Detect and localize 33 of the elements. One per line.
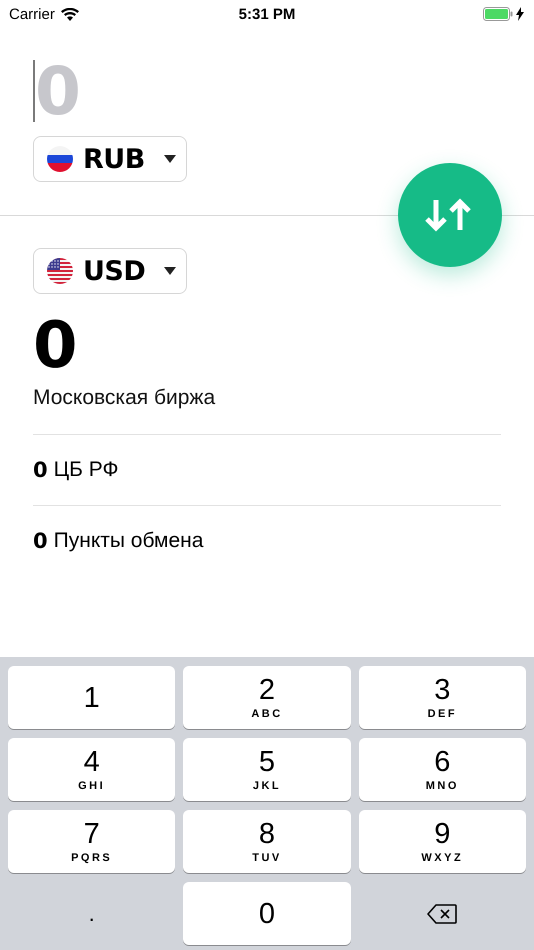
text-cursor <box>33 60 35 122</box>
flag-icon <box>47 146 73 172</box>
keypad-key[interactable]: 2 ABC <box>183 666 351 729</box>
keypad-key[interactable]: 4 GHI <box>8 738 176 801</box>
keypad-key[interactable]: 1 <box>8 666 176 729</box>
keypad-key[interactable]: 9 WXYZ <box>358 810 526 873</box>
battery-icon <box>483 7 513 21</box>
time-label: 5:31 PM <box>238 6 296 22</box>
keypad-key[interactable]: 5 JKL <box>183 738 351 801</box>
converted-amount: 0 <box>33 310 79 382</box>
rate-source-label: Московская биржа <box>33 382 501 435</box>
currency-code: USD <box>83 256 146 286</box>
caret-icon <box>164 155 176 163</box>
amount-field[interactable]: 0 <box>35 55 235 127</box>
currency-dropdown[interactable]: USD <box>33 248 187 294</box>
rate-value: 0 <box>33 529 48 553</box>
backspace-icon[interactable] <box>427 904 458 924</box>
rate-value: 0 <box>33 458 48 482</box>
rate-source-label: Пункты обмена <box>54 529 204 553</box>
keypad-key[interactable]: 6 MNO <box>358 738 526 801</box>
currency-dropdown[interactable]: RUB <box>33 136 187 182</box>
keypad-key[interactable]: 8 TUV <box>183 810 351 873</box>
keypad-key[interactable]: 0 <box>183 882 351 945</box>
currency-code: RUB <box>83 144 146 174</box>
flag-icon <box>47 258 73 284</box>
carrier-label: Carrier <box>9 6 55 22</box>
caret-icon <box>164 267 176 275</box>
decimal-key[interactable]: . <box>8 882 176 945</box>
keypad-key[interactable]: 7 PQRS <box>8 810 176 873</box>
wifi-icon <box>60 8 79 20</box>
charging-icon <box>516 7 524 21</box>
keypad-key[interactable]: 3 DEF <box>358 666 526 729</box>
rate-source-label: ЦБ РФ <box>54 458 119 482</box>
